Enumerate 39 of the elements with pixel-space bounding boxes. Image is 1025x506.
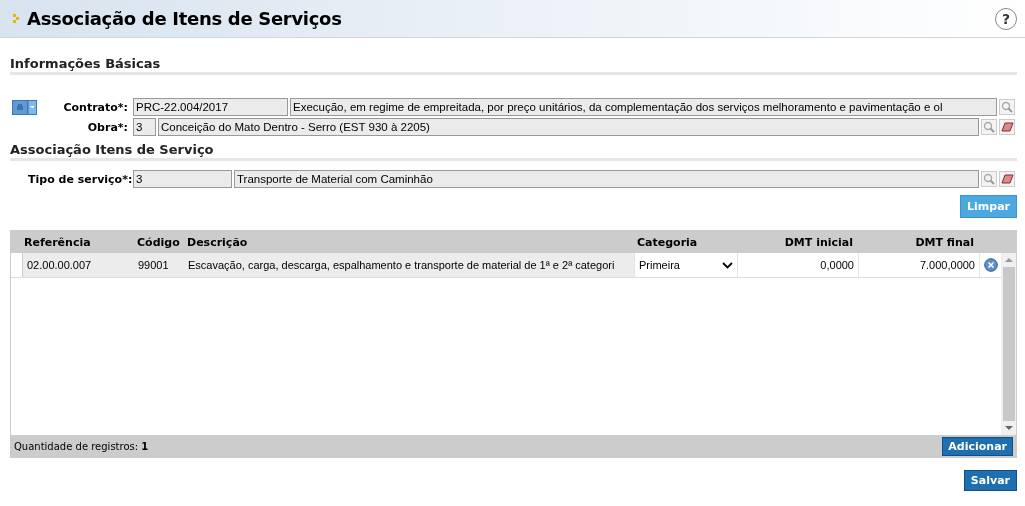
record-count: Quantidade de registros: 1	[14, 440, 149, 452]
column-header: Referência	[23, 235, 92, 249]
table-cell-text: 02.00.00.007	[26, 258, 93, 273]
scroll-thumb[interactable]	[1002, 267, 1015, 421]
section-title: Associação Itens de Serviço	[10, 142, 214, 157]
chevron-icon	[13, 14, 19, 23]
code-field[interactable]: PRC-22.004/2017	[133, 98, 288, 116]
description-field[interactable]: Conceição do Mato Dentro - Serro (EST 930 à 2205)	[158, 118, 979, 136]
scroll-up-icon[interactable]	[1004, 257, 1013, 263]
dmt-initial-field[interactable]: 0,0000	[737, 253, 858, 277]
save-button[interactable]: Salvar	[963, 470, 1017, 491]
scrollbar[interactable]	[1001, 253, 1016, 435]
column-header: DMT final	[914, 235, 975, 249]
column-header: DMT inicial	[783, 235, 854, 249]
caret-icon	[722, 261, 733, 269]
add-button[interactable]: Adicionar	[942, 436, 1013, 456]
table-cell-text: Escavação, carga, descarga, espalhamento e transporte de material de 1ª e 2ª categori	[187, 258, 616, 273]
eraser-button[interactable]	[999, 119, 1015, 135]
eraser-button[interactable]	[999, 171, 1015, 187]
scroll-down-icon[interactable]	[1004, 425, 1013, 431]
field-label: Contrato*:	[62, 100, 128, 114]
options-menu-button[interactable]	[12, 99, 37, 115]
section-title: Informações Básicas	[10, 56, 161, 71]
code-field[interactable]: 3	[133, 118, 156, 136]
description-field[interactable]: Transporte de Material com Caminhão	[234, 170, 979, 188]
page-title: Associação de Itens de Serviços	[27, 8, 343, 29]
dmt-final-field[interactable]: 7.000,0000	[858, 253, 979, 277]
code-field[interactable]: 3	[133, 170, 232, 188]
column-header: Categoria	[636, 235, 699, 249]
remove-icon[interactable]	[983, 258, 998, 272]
column-header: Código	[136, 235, 181, 249]
category-dropdown[interactable]: Primeira	[634, 253, 737, 277]
description-field[interactable]: Execução, em regime de empreitada, por preço unitários, da complementação dos serviços melhoramento e pavimentação e ol	[290, 98, 997, 116]
table-row[interactable]: 02.00.00.007 99001 Escavação, carga, descarga, espalhamento e transporte de material de 1ª e 2ª categori Primeira 0,0000 7.000,0000	[11, 253, 1001, 278]
help-button[interactable]: ?	[995, 7, 1017, 30]
field-label: Obra*:	[86, 120, 128, 134]
row-marker[interactable]	[11, 253, 23, 277]
column-header: Descrição	[186, 235, 249, 249]
table-cell-text: 99001	[137, 258, 170, 273]
